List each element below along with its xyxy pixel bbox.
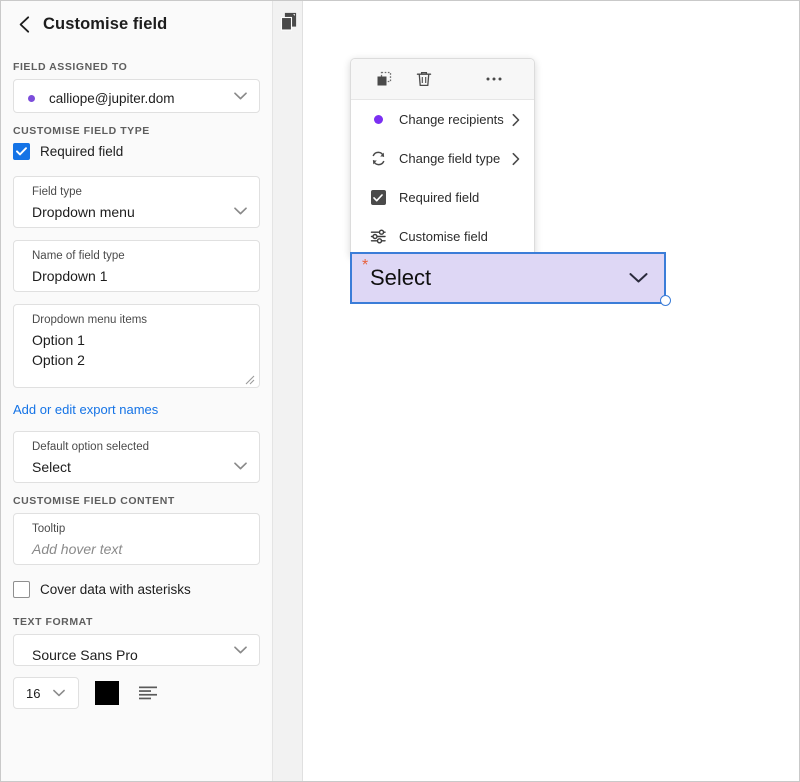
cover-data-label: Cover data with asterisks [40,582,191,597]
more-options-button[interactable] [481,66,507,92]
required-asterisk: * [362,260,368,272]
dropdown-menu-items-label: Dropdown menu items [14,305,259,327]
menu-item-change-recipients[interactable]: Change recipients [351,100,534,139]
name-of-field-type-value: Dropdown 1 [14,263,259,295]
refresh-icon [369,150,387,168]
dropdown-menu-items-textarea[interactable]: Dropdown menu items Option 1 Option 2 [13,304,260,388]
tooltip-input[interactable]: Tooltip Add hover text [13,513,260,565]
font-size-select[interactable]: 16 [13,677,79,709]
selected-field-value: Select [370,265,431,291]
copy-pages-icon[interactable] [278,11,300,33]
required-field-checkbox-row[interactable]: Required field [13,143,272,160]
text-format-controls: 16 [13,677,272,709]
delete-button[interactable] [411,66,437,92]
page-title: Customise field [43,15,167,34]
chevron-down-icon[interactable] [233,89,247,103]
chevron-right-icon [512,113,520,126]
section-label-field-assigned-to: FIELD ASSIGNED TO [13,61,272,73]
assigned-recipient-value: calliope@jupiter.dom [49,91,175,106]
chevron-down-icon[interactable] [233,459,247,473]
resize-handle[interactable] [660,295,671,306]
menu-item-customise-field[interactable]: Customise field [351,217,534,256]
chevron-down-icon[interactable] [629,273,648,284]
trash-icon [415,70,433,88]
assigned-recipient-row: calliope@jupiter.dom [14,80,259,117]
tooltip-placeholder: Add hover text [14,536,259,568]
font-family-value: Source Sans Pro [14,635,259,676]
chevron-down-icon[interactable] [233,204,247,218]
chevron-right-icon [512,152,520,165]
add-or-edit-export-names-link[interactable]: Add or edit export names [13,402,272,417]
default-option-label: Default option selected [14,432,259,454]
menu-item-change-field-type[interactable]: Change field type [351,139,534,178]
ellipsis-icon [485,76,503,82]
customise-field-sidebar: Customise field FIELD ASSIGNED TO callio… [1,1,273,781]
chevron-left-icon [19,16,30,33]
default-option-value: Select [14,454,259,486]
checkbox-checked-icon [369,189,387,207]
menu-item-required-field[interactable]: Required field [351,178,534,217]
document-canvas: Change recipients Change field type [304,1,799,781]
recipient-dot-icon [28,95,35,102]
menu-item-label: Change field type [399,151,500,166]
menu-item-label: Change recipients [399,112,504,127]
chevron-down-icon[interactable] [52,686,66,700]
cover-data-checkbox-row[interactable]: Cover data with asterisks [13,581,272,598]
required-field-label: Required field [40,144,123,159]
menu-item-label: Required field [399,190,479,205]
checkbox-checked-icon[interactable] [13,143,30,160]
section-label-text-format: TEXT FORMAT [13,616,272,628]
checkbox-unchecked-icon[interactable] [13,581,30,598]
field-context-menu: Change recipients Change field type [350,58,535,257]
sliders-icon [369,228,387,246]
align-left-icon[interactable] [139,686,158,700]
chevron-down-icon[interactable] [233,643,247,657]
back-button[interactable] [13,13,35,35]
duplicate-icon [375,70,393,88]
dropdown-item-value: Option 1 [14,327,259,350]
section-label-customise-field-type: CUSTOMISE FIELD TYPE [13,125,272,137]
duplicate-button[interactable] [371,66,397,92]
field-type-select[interactable]: Field type Dropdown menu [13,176,260,228]
font-family-select[interactable]: Source Sans Pro [13,634,260,666]
resize-handle[interactable] [243,372,255,384]
assigned-recipient-select[interactable]: calliope@jupiter.dom [13,79,260,113]
selected-dropdown-field[interactable]: * Select [350,252,666,304]
name-of-field-type-label: Name of field type [14,241,259,263]
tooltip-label: Tooltip [14,514,259,536]
panel-header: Customise field [1,1,272,47]
section-label-customise-field-content: CUSTOMISE FIELD CONTENT [13,495,272,507]
field-type-label: Field type [14,177,259,199]
context-menu-toolbar [351,59,534,100]
page-thumbnail-strip [273,1,303,781]
font-color-swatch[interactable] [95,681,119,705]
menu-item-label: Customise field [399,229,488,244]
recipient-dot-icon [369,111,387,129]
application-window: Customise field FIELD ASSIGNED TO callio… [0,0,800,782]
field-type-value: Dropdown menu [14,199,259,231]
dropdown-item-value: Option 2 [14,350,259,379]
default-option-select[interactable]: Default option selected Select [13,431,260,483]
name-of-field-type-input[interactable]: Name of field type Dropdown 1 [13,240,260,292]
font-size-value: 16 [14,686,40,701]
